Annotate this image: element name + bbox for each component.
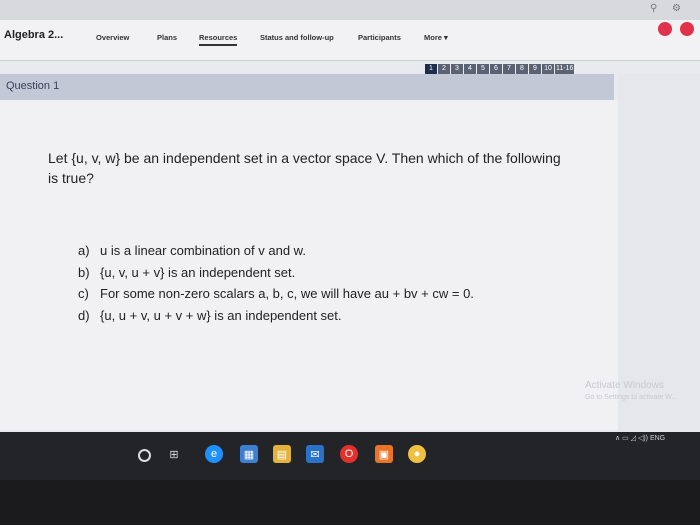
tab-status[interactable]: Status and follow-up xyxy=(260,33,334,42)
option-letter: a) xyxy=(78,243,90,258)
browser-top-bar: ⚲ ⚙ xyxy=(0,0,700,20)
page-button[interactable]: 6 xyxy=(490,64,502,74)
option-letter: c) xyxy=(78,286,89,301)
page-button[interactable]: 3 xyxy=(451,64,463,74)
page-button[interactable]: 9 xyxy=(529,64,541,74)
store-icon[interactable]: ▦ xyxy=(240,445,258,463)
page-button[interactable]: 5 xyxy=(477,64,489,74)
chrome-icon[interactable]: ● xyxy=(408,445,426,463)
question-label: Question 1 xyxy=(6,80,60,92)
tab-overview[interactable]: Overview xyxy=(96,33,129,42)
course-title[interactable]: Algebra 2... xyxy=(4,29,63,41)
file-explorer-icon[interactable]: ▤ xyxy=(273,445,291,463)
page-button[interactable]: 7 xyxy=(503,64,515,74)
question-line-2: is true? xyxy=(48,170,94,186)
page-button[interactable]: 2 xyxy=(438,64,450,74)
settings-icon[interactable]: ⚙ xyxy=(672,3,681,14)
tab-resources[interactable]: Resources xyxy=(199,33,238,46)
option-letter: b) xyxy=(78,264,90,280)
tab-more[interactable]: More ▾ xyxy=(424,33,448,42)
activate-windows-watermark: Activate Windows Go to Settings to activ… xyxy=(585,380,677,404)
page-button[interactable]: 4 xyxy=(464,64,476,74)
scrollbar[interactable] xyxy=(618,74,700,474)
page-button[interactable]: 1 xyxy=(425,64,437,74)
page-button[interactable]: 10 xyxy=(542,64,554,74)
app-icon[interactable]: ▣ xyxy=(375,445,393,463)
course-nav-bar: Algebra 2... Overview Plans Resources St… xyxy=(0,20,700,61)
question-header: Question 1 xyxy=(0,74,614,100)
option-b[interactable]: b) {u, v, u + v} is an independent set. xyxy=(78,262,474,284)
tab-plans[interactable]: Plans xyxy=(157,33,177,42)
question-line-1: Let {u, v, w} be an independent set in a… xyxy=(48,150,561,166)
edge-icon[interactable]: e xyxy=(205,445,223,463)
notification-icon[interactable] xyxy=(658,22,672,36)
mail-icon[interactable]: ✉ xyxy=(306,445,324,463)
option-text: For some non-zero scalars a, b, c, we wi… xyxy=(100,286,474,301)
system-tray[interactable]: ∧ ▭ ◿ ◁)) ENG xyxy=(615,434,665,442)
profile-icon[interactable] xyxy=(680,22,694,36)
answer-options: a) u is a linear combination of v and w. … xyxy=(78,240,474,326)
search-circle-icon[interactable] xyxy=(138,449,151,462)
search-icon[interactable]: ⚲ xyxy=(650,3,657,14)
watermark-line-1: Activate Windows xyxy=(585,380,664,391)
option-a[interactable]: a) u is a linear combination of v and w. xyxy=(78,240,474,262)
option-letter: d) xyxy=(78,307,90,323)
page-button[interactable]: 8 xyxy=(516,64,528,74)
task-view-icon[interactable]: ⊞ xyxy=(165,445,183,463)
language-indicator[interactable]: ENG xyxy=(650,435,665,442)
question-pager: 1 2 3 4 5 6 7 8 9 10 11-16 xyxy=(425,64,575,74)
page-button[interactable]: 11-16 xyxy=(555,64,575,74)
office-icon[interactable]: O xyxy=(340,445,358,463)
tab-participants[interactable]: Participants xyxy=(358,33,401,42)
option-c[interactable]: c) For some non-zero scalars a, b, c, we … xyxy=(78,283,474,305)
question-text: Let {u, v, w} be an independent set in a… xyxy=(48,148,608,188)
option-text: {u, v, u + v} is an independent set. xyxy=(100,264,296,280)
option-text: u is a linear combination of v and w. xyxy=(100,243,306,258)
option-text: {u, u + v, u + v + w} is an independent … xyxy=(100,307,342,323)
watermark-line-2: Go to Settings to activate W... xyxy=(585,394,678,401)
option-d[interactable]: d) {u, u + v, u + v + w} is an independen… xyxy=(78,305,474,327)
